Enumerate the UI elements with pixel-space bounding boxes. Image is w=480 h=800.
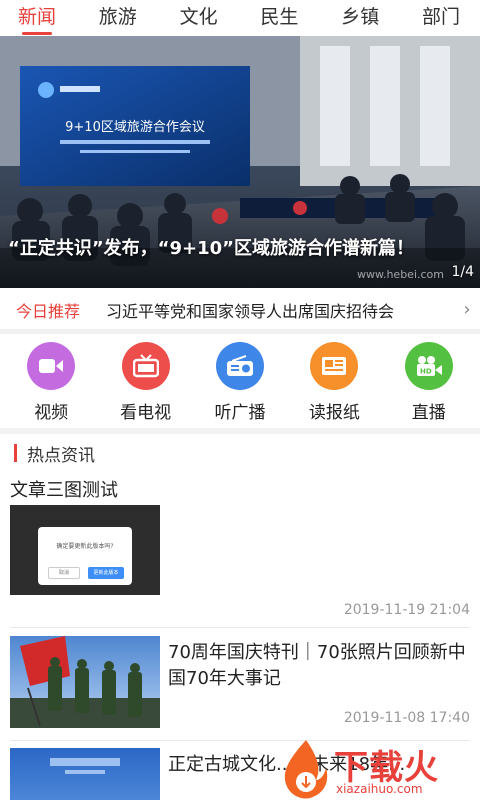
hot-news-header: 热点资讯 bbox=[0, 438, 480, 468]
quick-newspaper-button[interactable]: 读报纸 bbox=[290, 334, 378, 428]
banner-watermark: www.hebei.com bbox=[356, 268, 444, 281]
site-watermark-logo: 下载火 xiazaihuo.com bbox=[278, 738, 480, 800]
article-title[interactable]: 文章三图测试 bbox=[10, 476, 118, 502]
tab-travel[interactable]: 旅游 bbox=[99, 0, 137, 36]
watermark-url: xiazaihuo.com bbox=[336, 782, 423, 796]
chevron-right-icon[interactable]: › bbox=[454, 299, 480, 320]
quick-label: 视频 bbox=[34, 403, 69, 423]
banner-slide-title: 9+10区域旅游合作会议 bbox=[65, 120, 205, 135]
parade-photo bbox=[10, 636, 160, 728]
article-thumbnail[interactable] bbox=[10, 636, 160, 728]
banner-caption: “正定共识”发布，“9+10”区域旅游合作谱新篇！ bbox=[8, 238, 414, 259]
tv-icon bbox=[121, 342, 170, 390]
section-accent-bar bbox=[14, 444, 17, 462]
article-thumbnail[interactable] bbox=[10, 748, 160, 800]
banner-carousel[interactable]: 9+10区域旅游合作会议 “正定共识”发布，“9+10”区域旅游合作谱新篇！ w… bbox=[0, 36, 480, 288]
quick-label: 听广播 bbox=[214, 403, 266, 423]
recommend-tag: 今日推荐 bbox=[16, 301, 81, 321]
article-timestamp: 2019-11-08 17:40 bbox=[343, 710, 470, 726]
quick-video-button[interactable]: 视频 bbox=[7, 334, 95, 428]
recommend-headline[interactable]: 习近平等党和国家领导人出席国庆招待会 bbox=[106, 298, 454, 322]
channel-tabs: 新闻 旅游 文化 民生 乡镇 部门 bbox=[0, 0, 480, 36]
svg-text:HD: HD bbox=[420, 368, 432, 376]
tab-departments[interactable]: 部门 bbox=[422, 0, 460, 36]
quick-label: 读报纸 bbox=[308, 403, 360, 423]
divider bbox=[0, 428, 480, 434]
radio-icon bbox=[215, 342, 264, 390]
tab-news[interactable]: 新闻 bbox=[18, 0, 56, 36]
article-thumbnail[interactable]: 确定要更新此版本吗? 取消 更新此版本 bbox=[10, 505, 160, 595]
thumb-dialog-cancel: 取消 bbox=[48, 567, 80, 579]
flame-icon bbox=[284, 740, 328, 799]
banner-page-counter: 1/4 bbox=[451, 264, 474, 280]
quick-access-menu: 视频 看电视 听广播 读报纸 HD 直播 bbox=[0, 334, 480, 428]
hd-camera-icon: HD bbox=[404, 342, 453, 390]
quick-live-button[interactable]: HD 直播 bbox=[385, 334, 473, 428]
quick-label: 看电视 bbox=[120, 403, 172, 423]
tab-culture[interactable]: 文化 bbox=[180, 0, 218, 36]
thumb-dialog: 确定要更新此版本吗? 取消 更新此版本 bbox=[38, 527, 132, 585]
thumb-dialog-ok: 更新此版本 bbox=[88, 567, 124, 579]
tab-livelihood[interactable]: 民生 bbox=[260, 0, 298, 36]
quick-tv-button[interactable]: 看电视 bbox=[102, 334, 190, 428]
article-photo bbox=[50, 758, 120, 774]
article-timestamp: 2019-11-19 21:04 bbox=[343, 602, 470, 618]
article-title[interactable]: 70周年国庆特刊｜70张照片回顾新中国70年大事记 bbox=[168, 640, 472, 692]
divider bbox=[10, 627, 470, 628]
today-recommend-bar[interactable]: 今日推荐 习近平等党和国家领导人出席国庆招待会 › bbox=[0, 290, 480, 330]
quick-label: 直播 bbox=[411, 403, 446, 423]
thumb-dialog-text: 确定要更新此版本吗? bbox=[56, 543, 114, 550]
section-title: 热点资讯 bbox=[27, 445, 95, 466]
newspaper-icon bbox=[310, 342, 359, 390]
video-camera-icon bbox=[27, 342, 76, 390]
tab-towns[interactable]: 乡镇 bbox=[341, 0, 379, 36]
quick-radio-button[interactable]: 听广播 bbox=[196, 334, 284, 428]
